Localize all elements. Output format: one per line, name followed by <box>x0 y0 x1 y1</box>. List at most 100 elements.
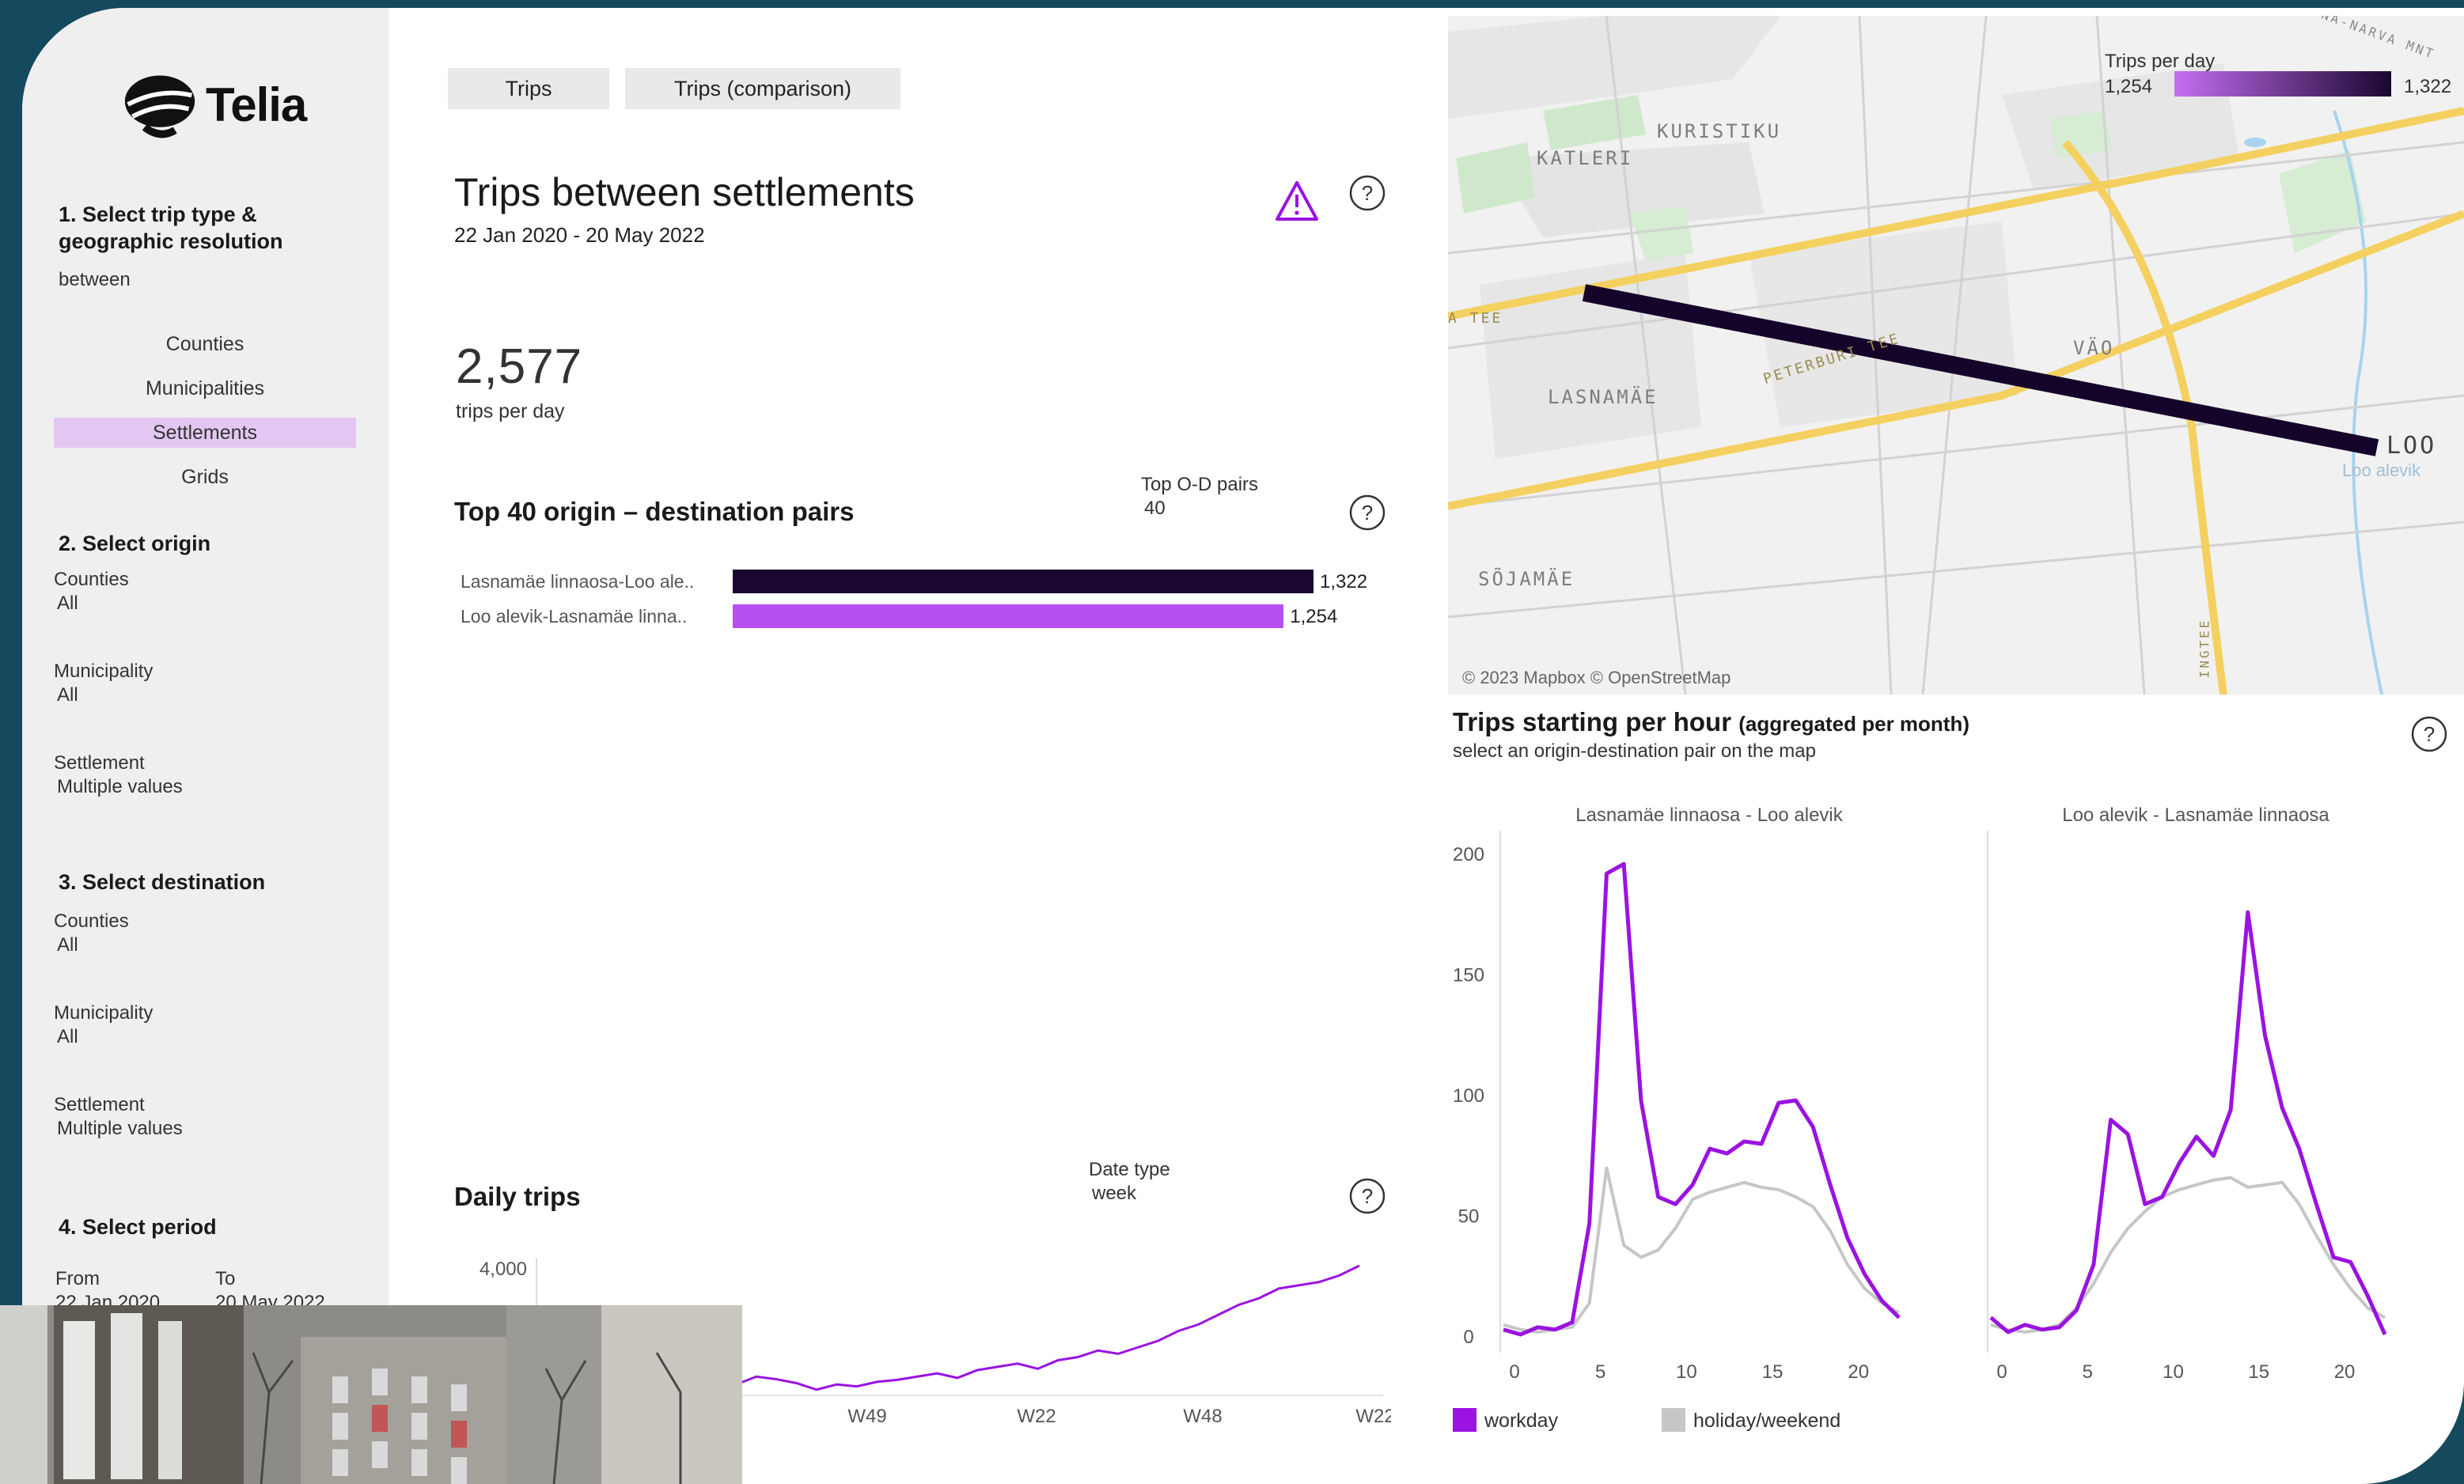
hourly-xtick: 15 <box>2248 1361 2269 1383</box>
hourly-ytick: 200 <box>1453 844 1484 865</box>
hourly-help-icon[interactable]: ? <box>2410 715 2448 753</box>
svg-text:?: ? <box>2424 722 2435 746</box>
destination-settlement-filter[interactable]: Settlement Multiple values <box>54 1093 183 1141</box>
filter-value: All <box>57 592 78 614</box>
hourly-xtick: 10 <box>1676 1361 1697 1383</box>
hourly-xtick: 0 <box>1509 1361 1519 1383</box>
page-title: Trips between settlements <box>454 170 915 214</box>
legend-workday-swatch[interactable] <box>1453 1408 1477 1432</box>
od-bar-label: Lasnamäe linnaosa-Loo ale.. <box>461 571 695 592</box>
map-label-lasnamae: LASNAMÄE <box>1548 386 1658 408</box>
trip-type-value[interactable]: between <box>59 269 131 291</box>
resolution-grids[interactable]: Grids <box>54 462 356 492</box>
od-bar[interactable] <box>733 604 1284 628</box>
kpi-label: trips per day <box>456 400 565 422</box>
hourly-ytick: 100 <box>1453 1085 1484 1107</box>
map-label-vao: VÄO <box>2073 337 2115 359</box>
hourly-xtick: 0 <box>1996 1361 2007 1383</box>
resolution-settlements[interactable]: Settlements <box>54 418 356 448</box>
hourly-xtick: 20 <box>1848 1361 1869 1383</box>
holiday-line[interactable] <box>1990 1175 2386 1334</box>
origin-settlement-filter[interactable]: Settlement Multiple values <box>54 751 183 799</box>
map-label-ringtee: INGTEE <box>2197 618 2212 679</box>
od-map[interactable]: Trips per day 1,254 1,322 KURISTIKU KATL… <box>1448 16 2464 695</box>
map-legend-min: 1,254 <box>2105 76 2153 97</box>
filter-label: Counties <box>54 910 129 932</box>
legend-holiday-label[interactable]: holiday/weekend <box>1693 1410 1840 1433</box>
date-type-value: week <box>1092 1183 1137 1204</box>
origin-municipality-filter[interactable]: Municipality All <box>54 660 153 707</box>
destination-municipality-filter[interactable]: Municipality All <box>54 1001 153 1049</box>
od-bar-label: Loo alevik-Lasnamäe linna.. <box>461 606 688 627</box>
hourly-xtick: 20 <box>2334 1361 2356 1383</box>
od-param-label: Top O-D pairs <box>1141 474 1259 495</box>
filter-value: All <box>57 934 78 956</box>
map-legend-title: Trips per day <box>2105 51 2216 72</box>
daily-help-icon[interactable]: ? <box>1348 1177 1386 1215</box>
daily-xtick: W22 <box>1017 1406 1056 1427</box>
dashboard-frame: Telia 1. Select trip type & geographic r… <box>22 8 2464 1484</box>
map-attribution[interactable]: © 2023 Mapbox © OpenStreetMap <box>1462 668 1730 688</box>
legend-holiday-swatch[interactable] <box>1662 1408 1685 1432</box>
header-help-icon[interactable]: ? <box>1348 174 1386 212</box>
hourly-title-main: Trips starting per hour <box>1453 707 1732 736</box>
filter-value: Multiple values <box>57 1118 183 1139</box>
date-type-param[interactable]: Date type week <box>1089 1158 1170 1206</box>
svg-text:?: ? <box>1362 1184 1373 1208</box>
od-pairs-title: Top 40 origin – destination pairs <box>454 497 855 526</box>
svg-text:?: ? <box>1362 181 1373 205</box>
filter-label: Municipality <box>54 661 154 682</box>
date-type-label: Date type <box>1089 1159 1170 1180</box>
map-basemap <box>1448 16 2464 695</box>
tab-trips-comparison[interactable]: Trips (comparison) <box>625 68 900 109</box>
period-to-label: To <box>215 1268 236 1289</box>
date-range: 22 Jan 2020 - 20 May 2022 <box>454 223 705 247</box>
kpi-value: 2,577 <box>456 339 583 394</box>
svg-text:?: ? <box>1362 501 1373 524</box>
step4-title: 4. Select period <box>59 1215 217 1239</box>
period-from-label: From <box>55 1268 100 1289</box>
daily-xtick: W49 <box>847 1406 886 1427</box>
map-label-katleri: KATLERI <box>1537 147 1634 169</box>
sidebar: Telia 1. Select trip type & geographic r… <box>22 8 389 1484</box>
brand-name: Telia <box>206 78 307 131</box>
filter-value: All <box>57 684 78 706</box>
od-bar[interactable] <box>733 570 1314 593</box>
od-bar-value: 1,322 <box>1320 571 1368 592</box>
daily-ytick: 4,000 <box>480 1259 527 1280</box>
filter-value: All <box>57 1026 78 1047</box>
workday-line[interactable] <box>1503 861 1901 1337</box>
map-legend-max: 1,322 <box>2404 76 2452 97</box>
hourly-xtick: 5 <box>1595 1361 1605 1383</box>
workday-line[interactable] <box>1989 910 2387 1335</box>
street-photo <box>0 1305 742 1484</box>
hourly-chart[interactable]: 050100150200Lasnamäe linnaosa - Loo alev… <box>1448 783 2464 1384</box>
destination-counties-filter[interactable]: Counties All <box>54 910 129 957</box>
holiday-line[interactable] <box>1503 1166 1900 1334</box>
step1-title: 1. Select trip type & geographic resolut… <box>59 203 283 253</box>
od-pairs-param[interactable]: Top O-D pairs 40 <box>1141 473 1258 521</box>
map-label-loo-alevik: Loo alevik <box>2342 460 2421 480</box>
daily-xtick: W48 <box>1183 1406 1222 1427</box>
tab-trips[interactable]: Trips <box>448 68 609 109</box>
telia-logo: Telia <box>122 66 307 142</box>
daily-xtick: W22 <box>1355 1406 1391 1427</box>
legend-workday-label[interactable]: workday <box>1484 1410 1558 1433</box>
hourly-xtick: 5 <box>2083 1361 2093 1383</box>
step3-title: 3. Select destination <box>59 870 266 894</box>
warning-triangle-icon[interactable] <box>1274 179 1320 225</box>
resolution-counties[interactable]: Counties <box>54 329 356 359</box>
daily-trips-title: Daily trips <box>454 1182 581 1211</box>
hourly-subtitle: select an origin-destination pair on the… <box>1453 740 1816 762</box>
hourly-title: Trips starting per hour (aggregated per … <box>1453 707 1969 737</box>
hourly-xtick: 15 <box>1762 1361 1784 1383</box>
filter-label: Counties <box>54 569 129 590</box>
resolution-municipalities[interactable]: Municipalities <box>54 373 356 403</box>
origin-counties-filter[interactable]: Counties All <box>54 568 129 615</box>
od-help-icon[interactable]: ? <box>1348 494 1386 532</box>
street-photo-image <box>0 1305 742 1484</box>
hourly-panel-title: Loo alevik - Lasnamäe linnaosa <box>2062 804 2329 826</box>
hourly-ytick: 0 <box>1463 1327 1473 1348</box>
map-label-sojamae: SÕJAMÄE <box>1478 568 1575 590</box>
step2-title: 2. Select origin <box>59 532 211 555</box>
